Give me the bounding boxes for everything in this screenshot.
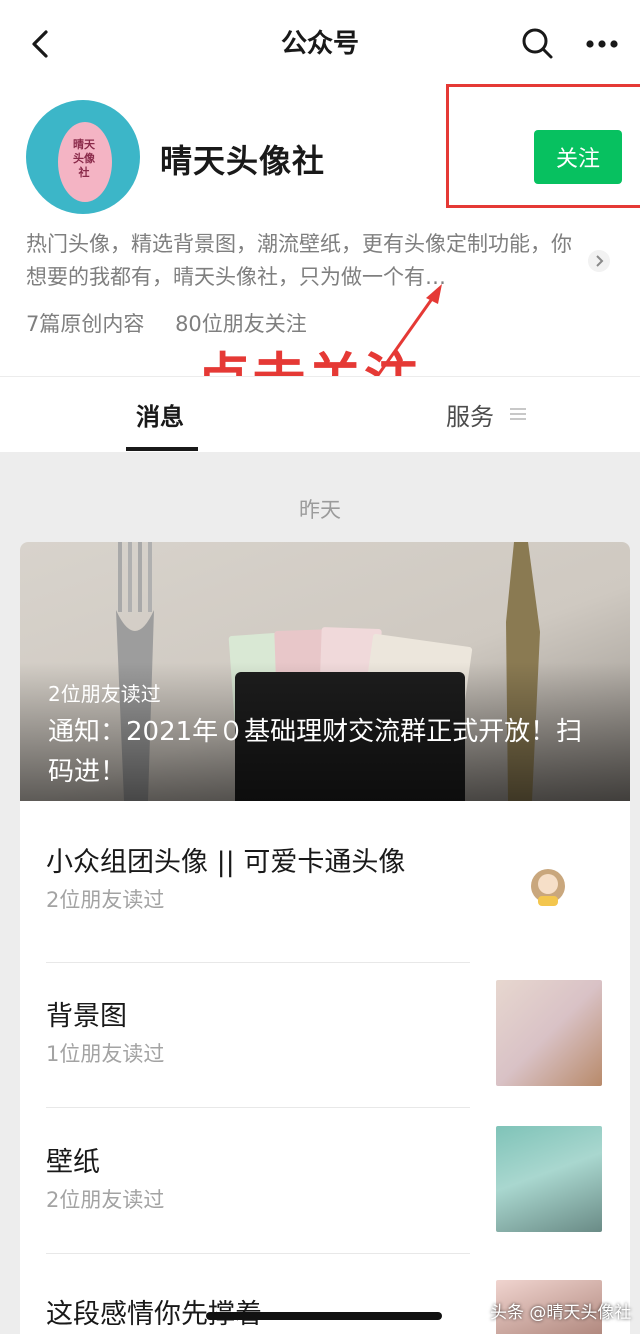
tab-messages[interactable]: 消息 (136, 397, 184, 432)
active-tab-indicator (126, 447, 198, 451)
account-avatar[interactable]: 晴天头像社 (26, 100, 140, 214)
tab-bar: 消息 服务 (0, 376, 640, 452)
hero-title: 通知：2021年０基础理财交流群正式开放！扫码进！ (48, 717, 583, 787)
divider (46, 1253, 470, 1254)
article-title: 背景图 (46, 1001, 127, 1032)
hero-read-count: 2位朋友读过 (48, 682, 161, 706)
top-bar: 公众号 (0, 0, 640, 88)
cartoon-girl-thumbnail (531, 869, 565, 906)
list-item[interactable]: 小众组团头像 || 可爱卡通头像 2位朋友读过 (46, 844, 496, 914)
feed-date: 昨天 (299, 498, 341, 522)
search-icon[interactable] (518, 24, 558, 64)
article-read-count: 2位朋友读过 (46, 1188, 165, 1212)
article-card: 2位朋友读过 通知：2021年０基础理财交流群正式开放！扫码进！ 小众组团头像 … (20, 542, 630, 1334)
list-item[interactable]: 背景图 1位朋友读过 (46, 998, 496, 1068)
list-item[interactable]: 壁纸 2位朋友读过 (46, 1144, 496, 1214)
original-count[interactable]: 7篇原创内容 (26, 312, 144, 336)
home-indicator (206, 1312, 442, 1320)
menu-icon[interactable] (510, 407, 526, 421)
article-read-count: 1位朋友读过 (46, 1042, 165, 1066)
account-profile: 晴天头像社 晴天头像社 关注 热门头像，精选背景图，潮流壁纸，更有头像定制功能，… (0, 84, 640, 427)
follow-button[interactable]: 关注 (534, 130, 622, 184)
account-name: 晴天头像社 (160, 142, 326, 180)
article-title: 小众组团头像 || 可爱卡通头像 (46, 847, 406, 878)
chevron-right-icon[interactable] (588, 250, 610, 272)
wallpaper-thumbnail (496, 1126, 602, 1232)
hero-article[interactable]: 2位朋友读过 通知：2021年０基础理财交流群正式开放！扫码进！ (20, 542, 630, 801)
friend-follow-count[interactable]: 80位朋友关注 (175, 312, 307, 336)
more-icon[interactable] (582, 24, 622, 64)
article-read-count: 2位朋友读过 (46, 888, 165, 912)
background-thumbnail (496, 980, 602, 1086)
watermark: 头条 @晴天头像社 (490, 1303, 632, 1323)
article-title: 壁纸 (46, 1147, 100, 1178)
avatar-logo-text: 晴天头像社 (73, 138, 95, 179)
account-description[interactable]: 热门头像，精选背景图，潮流壁纸，更有头像定制功能，你想要的我都有，晴天头像社，只… (26, 228, 586, 294)
tab-services[interactable]: 服务 (446, 397, 494, 432)
divider (46, 962, 470, 963)
divider (46, 1107, 470, 1108)
